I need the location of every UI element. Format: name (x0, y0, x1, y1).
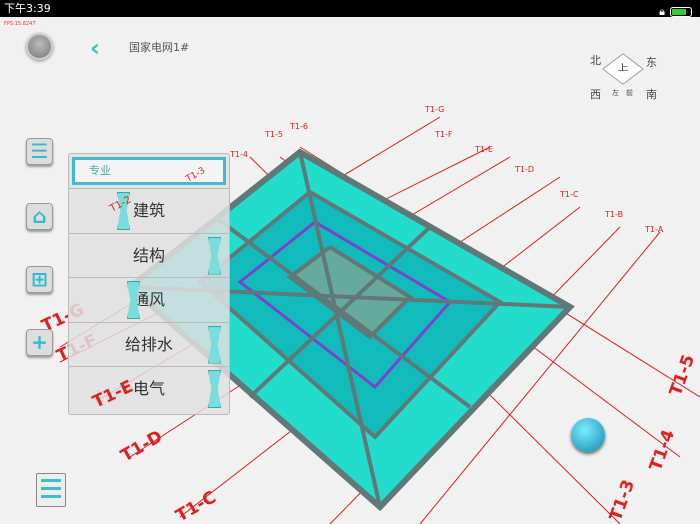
plus-icon: + (31, 330, 48, 354)
grid-label: T1-B (604, 210, 623, 219)
view-cube-compass[interactable]: 北 东 西 南 上 左 前 (588, 48, 658, 108)
toggle-slider[interactable] (117, 192, 130, 230)
project-title: 国家电网1# (129, 41, 190, 54)
grid-label: T1-E (474, 145, 493, 154)
grid-label: T1-3 (606, 477, 639, 524)
discipline-tree-button[interactable]: ⊞ (26, 266, 53, 293)
back-chevron-icon[interactable]: ‹ (90, 34, 100, 62)
clock: 下午3:39 (4, 2, 51, 15)
cube-front: 前 (626, 89, 633, 97)
cube-top: 上 (617, 63, 629, 74)
grid-label: T1-D (514, 165, 534, 174)
building-view-button[interactable] (571, 418, 605, 452)
status-bar: 下午3:39 🔒︎ (0, 0, 700, 18)
toggle-slider[interactable] (208, 325, 221, 364)
grid-label: T1-5 (264, 130, 283, 139)
grid-label: T1-5 (666, 352, 699, 399)
row-label: 电气 (132, 379, 165, 398)
grid-label: T1-4 (229, 150, 248, 159)
grid-label: T1-4 (646, 427, 679, 474)
compass-east: 东 (646, 56, 657, 69)
view-cube[interactable]: 上 (602, 53, 644, 85)
toggle-slider[interactable] (208, 370, 221, 408)
add-button[interactable]: + (26, 329, 53, 356)
grid-label: T1-D (118, 427, 167, 467)
row-label: 建筑 (132, 201, 165, 220)
panel-header: 专业 (72, 157, 226, 185)
grid-label: T1-G (424, 105, 444, 114)
layers-list-button[interactable]: ☰ (26, 138, 53, 165)
user-avatar-button[interactable] (26, 33, 53, 60)
grid-label: T1-C (173, 488, 220, 524)
discipline-row-ventilation[interactable]: 通风 (69, 277, 229, 322)
document-settings-button[interactable] (36, 473, 66, 507)
toggle-slider[interactable] (208, 236, 221, 275)
grid-label: T1-F (434, 130, 453, 139)
list-icon: ☰ (30, 139, 49, 163)
grid-label: T1-A (644, 225, 664, 234)
discipline-row-structure[interactable]: 结构 (69, 232, 229, 278)
grid-label: T1-C (559, 190, 579, 199)
discipline-row-architecture[interactable]: 建筑 (69, 188, 229, 233)
compass-west: 西 (590, 88, 601, 101)
discipline-panel: 专业 建筑 结构 通风 给排水 电气 (68, 153, 230, 415)
cube-left: 左 (612, 89, 619, 97)
discipline-row-electrical[interactable]: 电气 (69, 366, 229, 411)
row-label: 给排水 (124, 334, 173, 354)
building-icon: ⌂ (32, 204, 47, 228)
compass-north: 北 (590, 54, 601, 67)
building-floors-button[interactable]: ⌂ (26, 203, 53, 230)
row-label: 结构 (132, 245, 165, 265)
compass-south: 南 (646, 88, 657, 101)
hierarchy-icon: ⊞ (31, 267, 48, 291)
battery-icon (670, 6, 692, 17)
grid-label: T1-6 (289, 122, 308, 131)
discipline-row-plumbing[interactable]: 给排水 (69, 321, 229, 367)
